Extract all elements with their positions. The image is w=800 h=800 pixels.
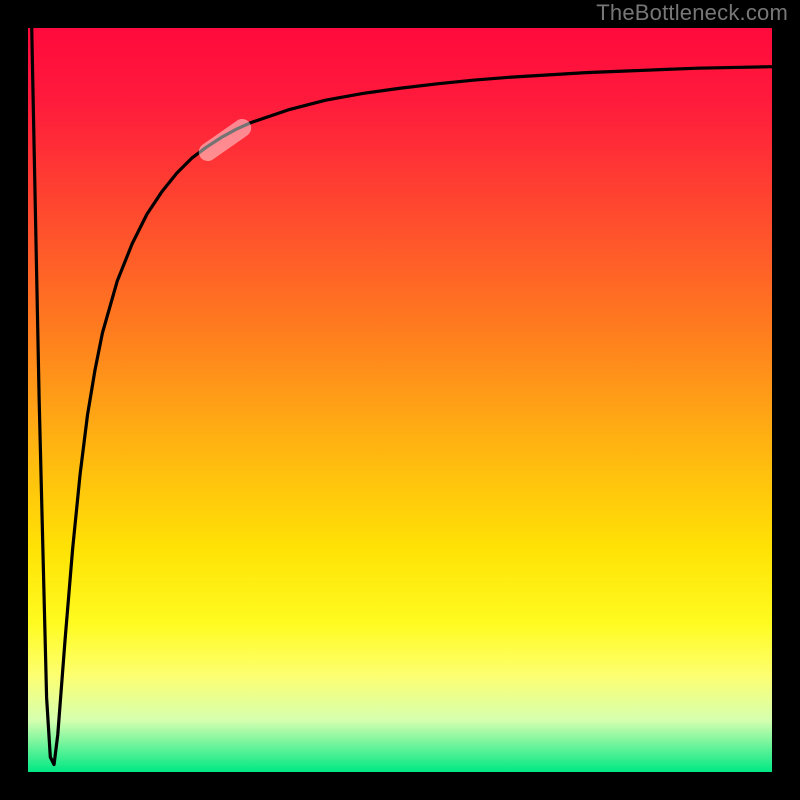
attribution-label: TheBottleneck.com	[596, 0, 788, 26]
curve-layer	[28, 28, 772, 772]
chart-container: { "attribution": "TheBottleneck.com", "c…	[0, 0, 800, 800]
bottleneck-curve	[32, 28, 772, 765]
plot-area	[28, 28, 772, 772]
